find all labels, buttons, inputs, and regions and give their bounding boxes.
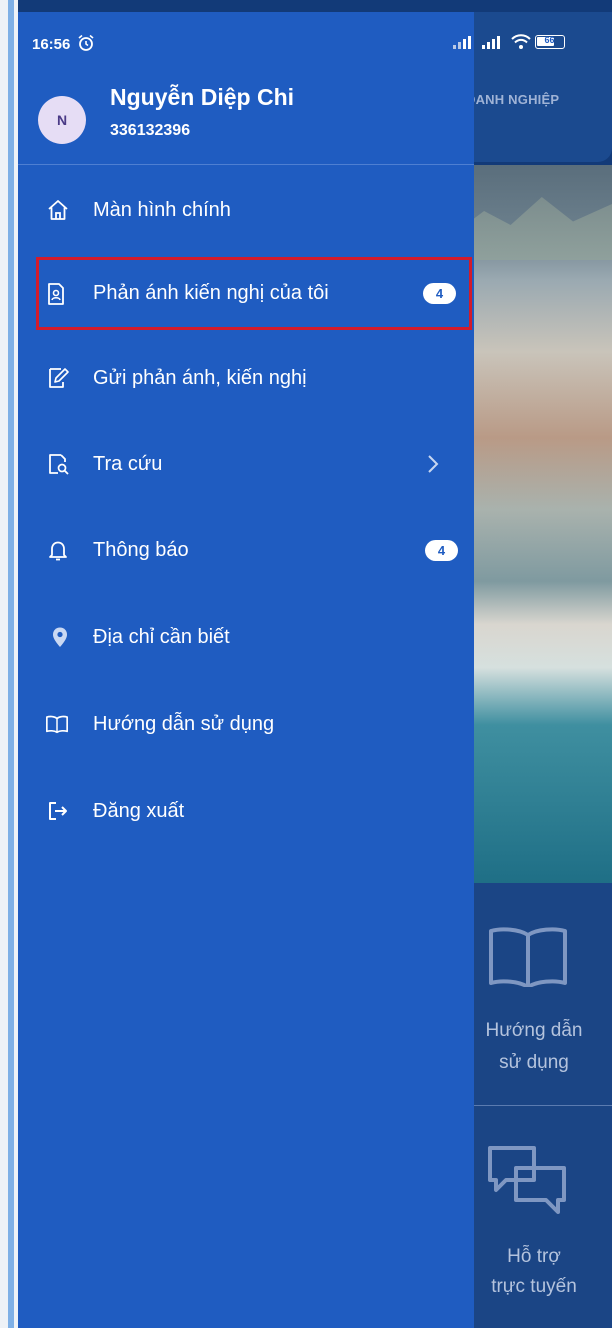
- user-phone: 336132396: [110, 122, 191, 139]
- battery-level: 66: [544, 35, 555, 45]
- edit-document-icon: [49, 368, 69, 388]
- chat-bubbles-icon: [488, 1146, 566, 1214]
- document-user-icon: [48, 282, 64, 305]
- menu-item-label: Phản ánh kiến nghị của tôi: [93, 282, 329, 304]
- notification-badge: 4: [423, 283, 456, 304]
- menu-item-my-feedback[interactable]: Phản ánh kiến nghị của tôi 4: [36, 257, 472, 330]
- menu-item-label: Đăng xuất: [93, 799, 185, 822]
- menu-item-user-guide[interactable]: Hướng dẫn sử dụng: [36, 698, 468, 750]
- menu-item-logout[interactable]: Đăng xuất: [36, 785, 468, 837]
- menu-item-label: Địa chỉ cần biết: [93, 625, 230, 648]
- divider: [18, 164, 474, 165]
- avatar[interactable]: N: [38, 96, 86, 144]
- alarm-icon: [78, 34, 94, 51]
- book-icon: [489, 927, 567, 987]
- signal-icon: [453, 36, 471, 49]
- battery-icon: 66: [535, 35, 565, 49]
- signal-icon: [482, 36, 500, 49]
- home-icon: [48, 200, 68, 220]
- menu-item-label: Màn hình chính: [93, 198, 231, 221]
- menu-item-label: Gửi phản ánh, kiến nghị: [93, 366, 307, 389]
- menu-item-label: Thông báo: [93, 538, 189, 561]
- notification-badge: 4: [425, 539, 458, 561]
- avatar-initial: N: [56, 112, 68, 128]
- menu-item-home[interactable]: Màn hình chính: [36, 184, 468, 236]
- menu-item-addresses[interactable]: Địa chỉ cần biết: [36, 611, 468, 663]
- frame-border-left: [8, 0, 14, 1328]
- location-pin-icon: [53, 627, 67, 647]
- background-tile-support-line2: trực tuyến: [491, 1276, 577, 1297]
- status-time-text: 16:56: [32, 36, 71, 53]
- background-tile-guide-line1: Hướng dẫn: [485, 1020, 583, 1041]
- background-header-label: DANH NGHIỆP: [466, 92, 560, 107]
- background-banner-photo: [456, 165, 612, 883]
- book-icon: [46, 715, 68, 734]
- screen: DANH NGHIỆP Hướng dẫn sử dụng Hỗ trợ trự…: [0, 0, 612, 1328]
- search-document-icon: [49, 454, 69, 475]
- bell-icon: [49, 541, 67, 561]
- background-tile-guide-line2: sử dụng: [499, 1052, 569, 1073]
- menu-item-lookup[interactable]: Tra cứu: [36, 438, 468, 490]
- wifi-icon: [511, 34, 531, 49]
- status-icons: 66: [452, 34, 565, 50]
- chevron-right-icon: [428, 455, 439, 473]
- menu-item-label: Tra cứu: [93, 452, 163, 475]
- menu-item-label: Hướng dẫn sử dụng: [93, 712, 275, 735]
- user-name: Nguyễn Diệp Chi: [110, 84, 295, 110]
- background-tile-support-line1: Hỗ trợ: [507, 1246, 561, 1267]
- logout-icon: [49, 802, 67, 820]
- status-time: 16:56: [32, 34, 95, 53]
- menu-item-notifications[interactable]: Thông báo 4: [36, 524, 468, 576]
- menu-item-send-feedback[interactable]: Gửi phản ánh, kiến nghị: [36, 352, 468, 404]
